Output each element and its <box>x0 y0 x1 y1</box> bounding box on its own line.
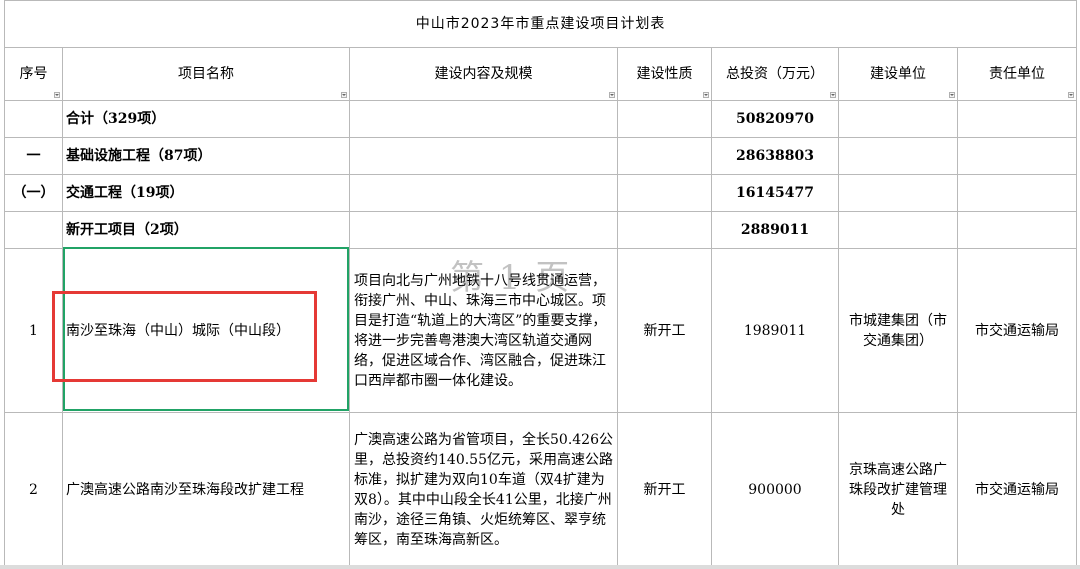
cell-builder[interactable] <box>838 100 958 138</box>
cell-content[interactable] <box>349 211 618 249</box>
cell-responsible[interactable] <box>956 174 1078 212</box>
cell-nature[interactable] <box>617 174 712 212</box>
filter-dropdown-icon[interactable] <box>703 92 709 98</box>
cell-no[interactable] <box>4 100 63 138</box>
table-row: 一 基础设施工程（87项） 28638803 <box>4 137 1078 175</box>
filter-dropdown-icon[interactable] <box>341 92 347 98</box>
cell-nature[interactable]: 新开工 <box>617 412 712 567</box>
header-investment-label: 总投资（万元） <box>726 66 824 82</box>
cell-builder[interactable] <box>838 211 958 249</box>
filter-dropdown-icon[interactable] <box>54 92 60 98</box>
filter-dropdown-icon[interactable] <box>830 92 836 98</box>
header-name-label: 项目名称 <box>178 66 234 82</box>
table-row: 合计（329项） 50820970 <box>4 100 1078 138</box>
filter-dropdown-icon[interactable] <box>949 92 955 98</box>
cell-no[interactable]: 一 <box>4 137 63 175</box>
header-responsible[interactable]: 责任单位 <box>956 47 1078 101</box>
cell-builder[interactable] <box>838 174 958 212</box>
cell-investment[interactable]: 1989011 <box>711 248 839 413</box>
cell-responsible[interactable] <box>956 100 1078 138</box>
cell-responsible[interactable]: 市交通运输局 <box>956 412 1078 567</box>
header-nature[interactable]: 建设性质 <box>617 47 712 101</box>
cell-name[interactable]: 广澳高速公路南沙至珠海段改扩建工程 <box>62 412 350 567</box>
cell-no[interactable]: （一） <box>4 174 63 212</box>
header-builder[interactable]: 建设单位 <box>838 47 958 101</box>
header-name[interactable]: 项目名称 <box>62 47 350 101</box>
cell-investment[interactable]: 900000 <box>711 412 839 567</box>
cell-investment[interactable]: 16145477 <box>711 174 839 212</box>
cell-responsible[interactable] <box>956 137 1078 175</box>
header-content-label: 建设内容及规模 <box>434 66 533 82</box>
spreadsheet-sheet: 中山市2023年市重点建设项目计划表 序号 项目名称 建设内容及规模 建设性质 … <box>0 0 1080 569</box>
cell-responsible[interactable] <box>956 211 1078 249</box>
cell-no[interactable]: 1 <box>4 248 63 413</box>
cell-name[interactable]: 合计（329项） <box>62 100 350 138</box>
cell-investment[interactable]: 50820970 <box>711 100 839 138</box>
cell-content[interactable] <box>349 174 618 212</box>
table-row: 2 广澳高速公路南沙至珠海段改扩建工程 广澳高速公路为省管项目，全长50.426… <box>4 412 1078 567</box>
cell-nature[interactable] <box>617 137 712 175</box>
project-table: 中山市2023年市重点建设项目计划表 序号 项目名称 建设内容及规模 建设性质 … <box>3 0 1078 567</box>
filter-dropdown-icon[interactable] <box>609 92 615 98</box>
cell-name[interactable]: 南沙至珠海（中山）城际（中山段） <box>62 248 350 413</box>
table-row: 1 南沙至珠海（中山）城际（中山段） 项目向北与广州地铁十八号线贯通运营，衔接广… <box>4 248 1078 413</box>
header-content[interactable]: 建设内容及规模 <box>349 47 618 101</box>
cell-content[interactable] <box>349 137 618 175</box>
cell-no[interactable] <box>4 211 63 249</box>
table-row: （一） 交通工程（19项） 16145477 <box>4 174 1078 212</box>
cell-responsible[interactable]: 市交通运输局 <box>956 248 1078 413</box>
cell-content[interactable]: 项目向北与广州地铁十八号线贯通运营，衔接广州、中山、珠海三市中心城区。项目是打造… <box>349 248 618 413</box>
header-nature-label: 建设性质 <box>636 66 693 82</box>
header-no-label: 序号 <box>19 66 48 82</box>
cell-name[interactable]: 交通工程（19项） <box>62 174 350 212</box>
cell-name[interactable]: 新开工项目（2项） <box>62 211 350 249</box>
table-row: 新开工项目（2项） 2889011 <box>4 211 1078 249</box>
cell-no[interactable]: 2 <box>4 412 63 567</box>
header-builder-label: 建设单位 <box>870 66 926 82</box>
header-investment[interactable]: 总投资（万元） <box>711 47 839 101</box>
cell-name[interactable]: 基础设施工程（87项） <box>62 137 350 175</box>
cell-content[interactable]: 广澳高速公路为省管项目，全长50.426公里，总投资约140.55亿元，采用高速… <box>349 412 618 567</box>
cell-investment[interactable]: 2889011 <box>711 211 839 249</box>
sheet-bottom-edge <box>0 565 1080 569</box>
filter-dropdown-icon[interactable] <box>1068 92 1075 98</box>
header-responsible-label: 责任单位 <box>989 66 1046 82</box>
table-title[interactable]: 中山市2023年市重点建设项目计划表 <box>3 0 1078 48</box>
cell-builder[interactable] <box>838 137 958 175</box>
cell-nature[interactable]: 新开工 <box>617 248 712 413</box>
cell-nature[interactable] <box>617 211 712 249</box>
cell-builder[interactable]: 市城建集团（市交通集团） <box>838 248 958 413</box>
cell-investment[interactable]: 28638803 <box>711 137 839 175</box>
cell-nature[interactable] <box>617 100 712 138</box>
cell-builder[interactable]: 京珠高速公路广珠段改扩建管理处 <box>838 412 958 567</box>
header-no[interactable]: 序号 <box>4 47 63 101</box>
cell-content[interactable] <box>349 100 618 138</box>
